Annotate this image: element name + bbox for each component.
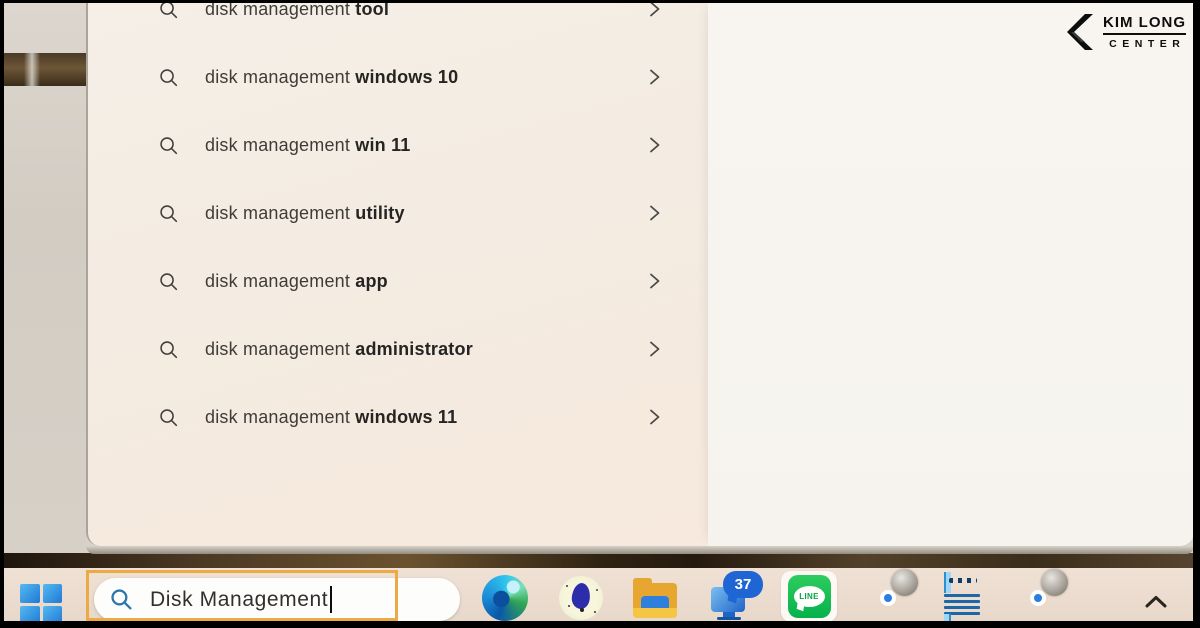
edge-icon <box>482 575 528 621</box>
taskbar-icon-notepad[interactable] <box>936 574 988 622</box>
teams-chat-icon: 37 <box>709 575 755 621</box>
text-cursor <box>330 586 332 613</box>
suggestion-row[interactable]: disk management administrator <box>88 315 708 383</box>
suggestion-list: disk management tool disk management wind… <box>88 0 708 451</box>
chevron-right-icon[interactable] <box>647 271 662 291</box>
frame-border <box>0 0 1200 3</box>
suggestion-text: disk management utility <box>205 203 405 224</box>
brand-logo: KIM LONG CENTER <box>1065 13 1186 51</box>
taskbar-icon-chrome-2[interactable] <box>1012 574 1064 622</box>
suggestion-row[interactable]: disk management windows 10 <box>88 43 708 111</box>
search-suggestion-icon <box>158 67 179 88</box>
suggestion-row[interactable]: disk management tool <box>88 0 708 43</box>
brand-chevron-icon <box>1065 13 1095 51</box>
suggestion-row[interactable]: disk management win 11 <box>88 111 708 179</box>
suggestions-section: disk management tool disk management wind… <box>88 0 708 546</box>
notepad-icon <box>944 576 980 620</box>
actions-section: Open <box>708 0 1194 546</box>
chevron-right-icon[interactable] <box>647 135 662 155</box>
search-input-value: Disk Management <box>150 588 328 612</box>
taskbar-icon-art-app[interactable] <box>555 574 607 622</box>
frame-border <box>0 0 4 628</box>
suggestion-text: disk management windows 11 <box>205 407 457 428</box>
search-suggestion-icon <box>158 339 179 360</box>
chrome-icon <box>1015 575 1061 621</box>
desktop-window-edge <box>0 53 86 86</box>
chevron-right-icon[interactable] <box>647 407 662 427</box>
suggestion-text: disk management win 11 <box>205 135 411 156</box>
suggestion-text: disk management windows 10 <box>205 67 458 88</box>
taskbar-icon-file-explorer[interactable] <box>629 574 681 622</box>
chevron-up-icon <box>1144 594 1168 609</box>
frame-border <box>1193 0 1200 628</box>
search-suggestion-icon <box>158 407 179 428</box>
chevron-right-icon[interactable] <box>647 67 662 87</box>
profile-avatar <box>891 569 918 596</box>
taskbar-search-input[interactable]: Disk Management <box>94 578 460 621</box>
chevron-right-icon[interactable] <box>647 339 662 359</box>
windows-logo-icon <box>20 584 40 603</box>
suggestion-text: disk management app <box>205 271 388 292</box>
brand-line2: CENTER <box>1104 38 1186 50</box>
chevron-right-icon[interactable] <box>647 203 662 223</box>
desktop-shadow-band <box>0 553 1200 568</box>
search-flyout-panel: disk management tool disk management wind… <box>86 0 1194 546</box>
start-button[interactable] <box>20 584 62 624</box>
suggestion-row[interactable]: disk management app <box>88 247 708 315</box>
taskbar-icon-edge[interactable] <box>479 574 531 622</box>
suggestion-row[interactable]: disk management windows 11 <box>88 383 708 451</box>
file-explorer-icon <box>633 578 677 618</box>
profile-avatar <box>1041 569 1068 596</box>
search-suggestion-icon <box>158 135 179 156</box>
suggestion-row[interactable]: disk management utility <box>88 179 708 247</box>
tray-overflow-button[interactable] <box>1136 586 1176 616</box>
taskbar-icon-line[interactable]: LINE <box>781 571 837 622</box>
frame-border <box>0 621 1200 628</box>
line-app-icon: LINE <box>788 575 831 618</box>
panel-bottom-edge <box>86 546 1194 554</box>
taskbar-icon-chrome-1[interactable] <box>862 574 914 622</box>
search-suggestion-icon <box>158 203 179 224</box>
taskbar-icon-teams-chat[interactable]: 37 <box>706 574 758 622</box>
art-app-icon <box>559 576 603 620</box>
screen: disk management tool disk management wind… <box>0 0 1200 628</box>
line-label: LINE <box>799 592 818 601</box>
brand-line1: KIM LONG <box>1103 14 1186 35</box>
search-icon <box>109 587 134 612</box>
notification-badge: 37 <box>723 571 763 598</box>
chrome-icon <box>865 575 911 621</box>
search-suggestion-icon <box>158 271 179 292</box>
suggestion-text: disk management administrator <box>205 339 473 360</box>
